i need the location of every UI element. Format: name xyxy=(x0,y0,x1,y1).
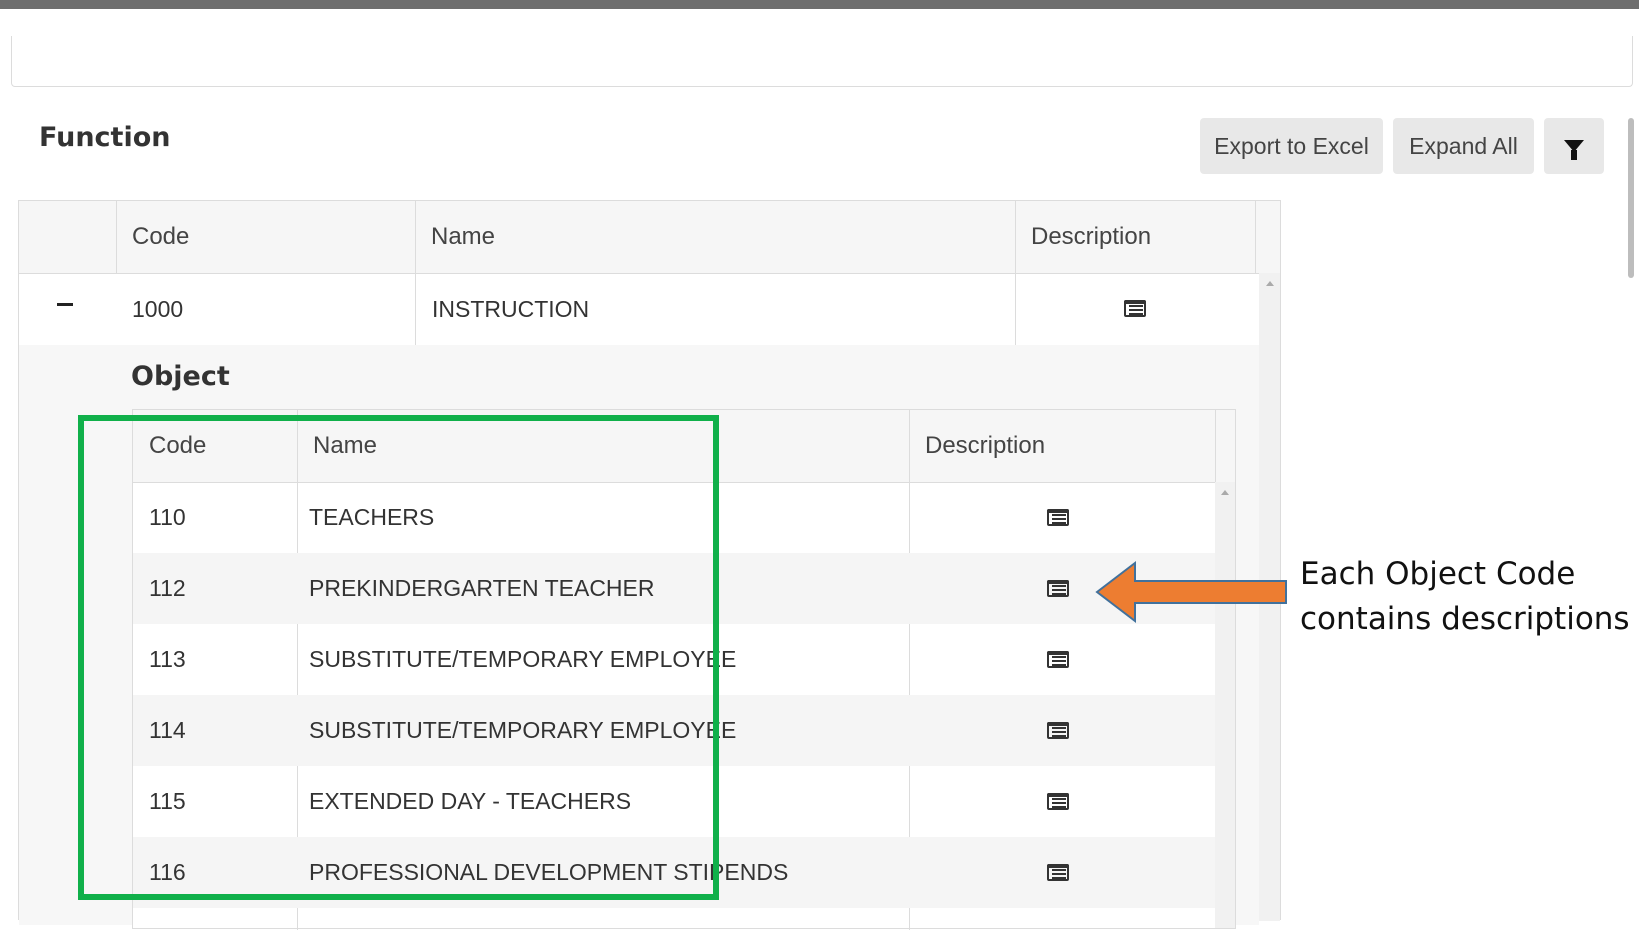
collapse-icon[interactable] xyxy=(57,303,73,306)
object-row[interactable]: 110 TEACHERS xyxy=(133,482,1215,553)
object-code: 114 xyxy=(149,717,186,743)
scroll-up-icon[interactable] xyxy=(1221,490,1229,495)
object-row[interactable]: 114 SUBSTITUTE/TEMPORARY EMPLOYEE xyxy=(133,695,1215,766)
object-code: 112 xyxy=(149,575,186,601)
column-header-name[interactable]: Name xyxy=(415,201,1015,273)
object-grid: Code Name Description 110 TEACHERS 112 P… xyxy=(132,409,1236,930)
description-icon[interactable] xyxy=(1047,722,1069,739)
description-icon[interactable] xyxy=(1047,793,1069,810)
column-header-description[interactable]: Description xyxy=(1015,201,1255,273)
object-name: SUBSTITUTE/TEMPORARY EMPLOYEE xyxy=(309,717,737,743)
object-name: PROFESSIONAL DEVELOPMENT STIPENDS xyxy=(309,859,789,885)
object-column-header-name[interactable]: Name xyxy=(297,410,909,482)
object-column-header-code[interactable]: Code xyxy=(133,410,297,482)
object-row[interactable]: 116 PROFESSIONAL DEVELOPMENT STIPENDS xyxy=(133,837,1215,908)
object-column-header-description[interactable]: Description xyxy=(909,410,1215,482)
export-to-excel-button[interactable]: Export to Excel xyxy=(1200,118,1383,174)
object-code: 115 xyxy=(149,788,186,814)
object-row[interactable]: 112 PREKINDERGARTEN TEACHER xyxy=(133,553,1215,624)
description-icon[interactable] xyxy=(1124,300,1146,317)
function-grid: Code Name Description 1000 INSTRUCTION O… xyxy=(18,200,1281,930)
column-header-code[interactable]: Code xyxy=(116,201,415,273)
description-icon[interactable] xyxy=(1047,580,1069,597)
expand-all-button[interactable]: Expand All xyxy=(1393,118,1534,174)
function-row[interactable]: 1000 INSTRUCTION xyxy=(19,273,1259,345)
description-icon[interactable] xyxy=(1047,864,1069,881)
object-name: TEACHERS xyxy=(309,504,435,530)
top-divider-bar xyxy=(0,0,1639,9)
top-filter-panel xyxy=(11,36,1633,87)
annotation-line-1: Each Object Code xyxy=(1300,556,1576,592)
page-scrollbar-thumb[interactable] xyxy=(1628,118,1634,278)
scroll-up-icon[interactable] xyxy=(1266,281,1274,286)
object-code: 113 xyxy=(149,646,186,672)
object-section-title: Object xyxy=(131,361,230,392)
filter-icon xyxy=(1564,140,1584,160)
annotation-line-2: contains descriptions xyxy=(1300,601,1630,637)
function-grid-header: Code Name Description xyxy=(19,201,1280,274)
object-grid-header: Code Name Description xyxy=(133,410,1235,483)
object-code: 110 xyxy=(149,504,186,530)
function-code: 1000 xyxy=(132,295,184,322)
function-name: INSTRUCTION xyxy=(432,295,590,322)
object-name: EXTENDED DAY - TEACHERS xyxy=(309,788,632,814)
description-icon[interactable] xyxy=(1047,509,1069,526)
description-icon[interactable] xyxy=(1047,651,1069,668)
section-title: Function xyxy=(39,122,171,153)
object-row[interactable]: 113 SUBSTITUTE/TEMPORARY EMPLOYEE xyxy=(133,624,1215,695)
object-grid-scrollbar[interactable] xyxy=(1215,482,1235,928)
filter-button[interactable] xyxy=(1544,118,1604,174)
object-row[interactable]: 115 EXTENDED DAY - TEACHERS xyxy=(133,766,1215,837)
object-name: SUBSTITUTE/TEMPORARY EMPLOYEE xyxy=(309,646,737,672)
annotation-arrow-icon xyxy=(1095,560,1287,624)
object-detail-panel: Object Code Name Description 110 TEACHER… xyxy=(19,345,1259,930)
object-code: 116 xyxy=(149,859,186,885)
object-name: PREKINDERGARTEN TEACHER xyxy=(309,575,655,601)
annotation-callout: Each Object Code contains descriptions xyxy=(1300,552,1630,642)
